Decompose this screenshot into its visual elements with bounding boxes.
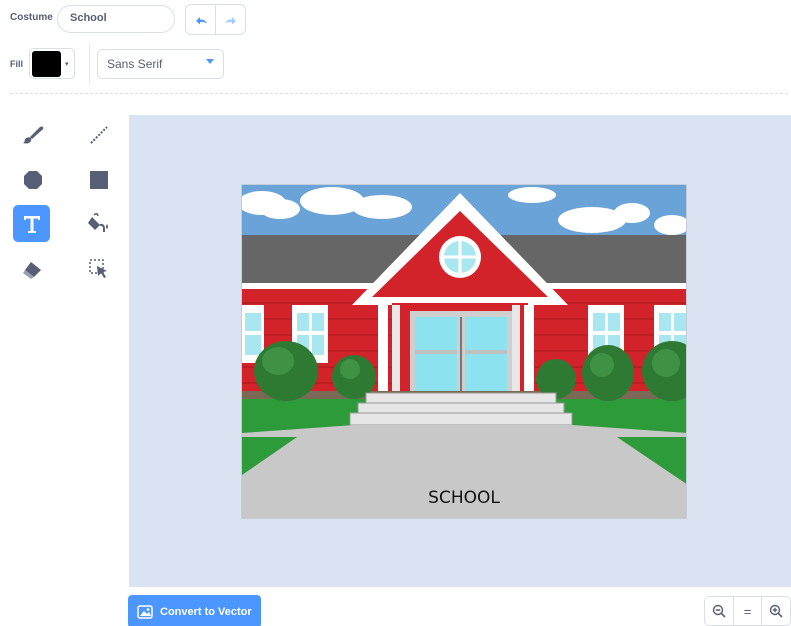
toolbar-divider [89,44,90,84]
rectangle-tool[interactable] [80,161,117,198]
select-tool[interactable] [80,250,117,287]
undo-icon [195,16,207,24]
caret-down-icon: ▾ [65,60,69,68]
fill-label: Fill [10,59,23,69]
image-icon [137,604,153,619]
eraser-icon [22,261,41,279]
zoom-reset-label: = [743,603,752,619]
line-tool[interactable] [80,116,117,153]
fill-bucket-icon [87,212,108,232]
font-family-value: Sans Serif [107,57,163,71]
rectangle-icon [89,170,108,189]
costume-name-input[interactable]: School [57,5,175,33]
zoom-in-button[interactable] [761,597,790,625]
school-label-text: SCHOOL [428,488,500,508]
eraser-tool[interactable] [14,250,51,287]
text-icon [23,215,40,233]
costume-label: Costume [10,12,53,23]
school-building-illustration [242,185,686,518]
redo-icon [224,16,236,24]
font-family-select[interactable]: Sans Serif [97,49,224,79]
fill-color-swatch [32,50,61,77]
fill-tool[interactable] [80,205,117,242]
undo-button[interactable] [186,5,215,34]
circle-tool[interactable] [14,161,51,198]
costume-image[interactable]: SCHOOL [241,184,687,519]
line-icon [89,125,108,144]
convert-to-vector-button[interactable]: Convert to Vector [128,595,261,626]
select-icon [88,258,107,278]
zoom-out-button[interactable] [705,597,733,625]
redo-button[interactable] [215,5,245,34]
caret-down-icon [206,59,214,64]
brush-icon [22,126,43,143]
convert-to-vector-label: Convert to Vector [160,605,252,618]
section-divider [10,93,788,94]
brush-tool[interactable] [14,116,51,153]
undo-redo-group [185,4,246,35]
zoom-in-icon [769,604,783,618]
circle-icon [23,170,42,189]
zoom-reset-button[interactable]: = [732,597,762,625]
text-tool[interactable] [13,205,50,242]
zoom-out-icon [712,604,726,618]
zoom-controls: = [704,596,791,626]
fill-color-picker[interactable]: ▾ [29,48,75,79]
